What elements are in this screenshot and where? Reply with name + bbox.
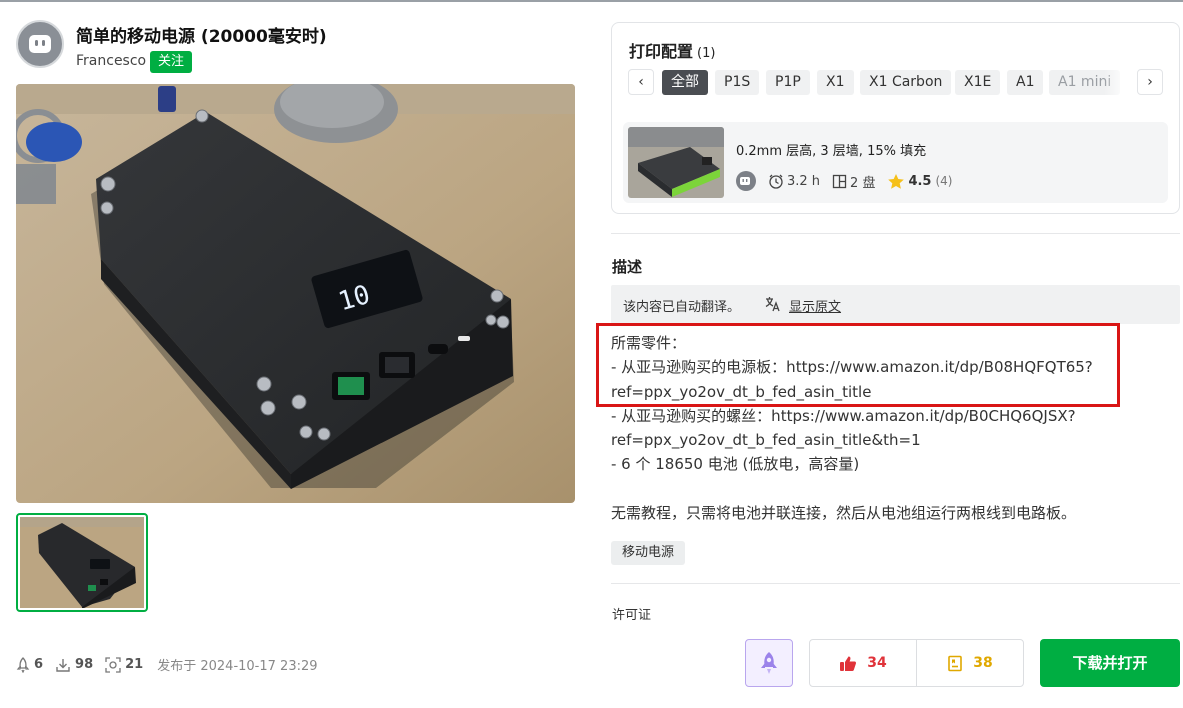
print-time: 3.2 h bbox=[768, 173, 820, 189]
plate-count: 2 盘 bbox=[832, 172, 875, 191]
follow-button[interactable]: 关注 bbox=[150, 51, 193, 73]
download-icon bbox=[56, 658, 70, 672]
profile-title: 0.2mm 层高, 3 层墙, 15% 填充 bbox=[736, 144, 927, 159]
model-stats: 6 98 21 发布于 2024-10-17 23:29 bbox=[16, 655, 318, 674]
filter-chip-x1-carbon[interactable]: X1 Carbon bbox=[860, 70, 952, 95]
reaction-group: 34 38 bbox=[809, 639, 1024, 687]
download-count: 98 bbox=[75, 657, 94, 672]
star-icon bbox=[888, 173, 905, 189]
divider bbox=[611, 233, 1180, 234]
main-photo[interactable]: 10 bbox=[16, 84, 575, 503]
chevron-right-icon: › bbox=[1147, 74, 1153, 90]
print-time-value: 3.2 h bbox=[787, 173, 821, 189]
boost-stat: 6 bbox=[16, 656, 44, 673]
print-stat: 21 bbox=[105, 656, 144, 673]
robot-avatar-icon bbox=[29, 35, 51, 53]
boost-button[interactable] bbox=[745, 639, 793, 687]
publish-date: 发布于 2024-10-17 23:29 bbox=[157, 659, 318, 674]
like-button[interactable]: 34 bbox=[810, 640, 916, 686]
filter-next-button[interactable]: › bbox=[1137, 69, 1163, 95]
highlight-annotation-box bbox=[596, 323, 1120, 407]
gallery-thumbnail[interactable] bbox=[16, 513, 148, 612]
collect-button[interactable]: 38 bbox=[916, 640, 1023, 686]
rating-value: 4.5 bbox=[908, 173, 932, 189]
profile-meta: 3.2 h 2 盘 4.5 (4) bbox=[736, 171, 964, 191]
bookmark-collect-icon bbox=[948, 655, 963, 671]
description-link[interactable]: ref=ppx_yo2ov_dt_b_fed_asin_title&th=1 bbox=[611, 428, 1180, 452]
window-top-border bbox=[0, 0, 1183, 2]
translation-notice: 该内容已自动翻译。 显示原文 bbox=[611, 285, 1180, 324]
filter-chip-all[interactable]: 全部 bbox=[662, 70, 708, 95]
profile-rating: 4.5 (4) bbox=[887, 173, 952, 190]
chevron-left-icon: ‹ bbox=[638, 74, 644, 90]
download-open-button[interactable]: 下载并打开 bbox=[1040, 639, 1180, 687]
print-config-title: 打印配置 (1) bbox=[629, 42, 716, 61]
download-stat: 98 bbox=[55, 657, 93, 673]
print-count: 21 bbox=[125, 657, 144, 672]
description-blank-line bbox=[611, 477, 1180, 501]
chip-scroll-fade bbox=[1104, 70, 1128, 95]
divider bbox=[611, 583, 1180, 584]
filter-chip-x1e[interactable]: X1E bbox=[955, 70, 1001, 95]
description-heading: 描述 bbox=[612, 258, 643, 276]
thumbs-up-icon bbox=[840, 656, 857, 671]
author-name[interactable]: Francesco bbox=[76, 53, 146, 69]
tag-chip[interactable]: 移动电源 bbox=[611, 541, 686, 565]
boost-count: 6 bbox=[34, 657, 44, 672]
rating-count: (4) bbox=[935, 174, 953, 188]
profile-thumbnail bbox=[628, 127, 724, 198]
filter-chip-p1s[interactable]: P1S bbox=[715, 70, 760, 95]
filter-chip-a1[interactable]: A1 bbox=[1007, 70, 1044, 95]
print-config-card: 打印配置 (1) ‹ 全部 P1S P1P X1 X1 Carbon X1E A1… bbox=[611, 22, 1180, 214]
description-line: - 6 个 18650 电池 (低放电，高容量) bbox=[611, 455, 860, 474]
show-original-link[interactable]: 显示原文 bbox=[789, 296, 841, 315]
collect-count: 38 bbox=[973, 655, 993, 671]
license-heading: 许可证 bbox=[612, 608, 652, 623]
profile-author-avatar bbox=[736, 171, 756, 191]
print-config-count: (1) bbox=[697, 46, 716, 61]
clock-icon bbox=[769, 174, 783, 189]
description-line: 无需教程，只需将电池并联连接，然后从电池组运行两根线到电路板。 bbox=[611, 503, 1077, 522]
filter-chip-p1p[interactable]: P1P bbox=[766, 70, 810, 95]
like-count: 34 bbox=[867, 655, 887, 671]
model-title: 简单的移动电源 (20000毫安时) bbox=[76, 27, 327, 47]
rocket-icon bbox=[16, 656, 30, 673]
plate-icon bbox=[832, 174, 847, 188]
plate-count-value: 2 盘 bbox=[850, 175, 876, 191]
filter-chip-x1[interactable]: X1 bbox=[817, 70, 854, 95]
description-link[interactable]: - 从亚马逊购买的螺丝：https://www.amazon.it/dp/B0C… bbox=[611, 404, 1180, 428]
filter-prev-button[interactable]: ‹ bbox=[628, 69, 654, 95]
translate-icon bbox=[765, 297, 780, 312]
robot-avatar-icon bbox=[739, 177, 750, 185]
author-avatar[interactable] bbox=[16, 20, 64, 68]
print-scan-icon bbox=[105, 656, 121, 673]
translation-notice-text: 该内容已自动翻译。 bbox=[623, 300, 741, 315]
print-profile-item[interactable]: 0.2mm 层高, 3 层墙, 15% 填充 3.2 h 2 盘 4.5 (4) bbox=[623, 122, 1168, 203]
rocket-icon bbox=[761, 652, 777, 674]
